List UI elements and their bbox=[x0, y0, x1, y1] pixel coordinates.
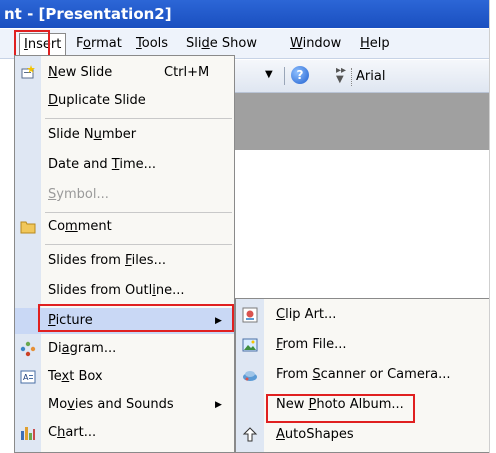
comment-icon bbox=[20, 221, 36, 234]
movies-accel: v bbox=[67, 397, 75, 412]
menu-slideshow-label-a: Sli bbox=[186, 36, 202, 51]
submenu-item-clip-art[interactable]: Clip Art... bbox=[236, 300, 489, 330]
menu-item-comment[interactable]: Comment bbox=[15, 214, 234, 240]
picture-highlight-box bbox=[38, 304, 234, 332]
submenu-item-autoshapes[interactable]: AutoShapes bbox=[236, 420, 489, 450]
menu-item-duplicate-slide[interactable]: Duplicate Slide bbox=[15, 88, 234, 114]
standard-toolbar: ▼ ? ▸▸ ▼ Arial bbox=[235, 60, 489, 93]
menu-slide-show[interactable]: Slide Show bbox=[186, 34, 257, 54]
text-box-label-a: Te bbox=[48, 369, 62, 384]
diagram-label-b: gram... bbox=[69, 341, 117, 356]
toolbar-separator bbox=[284, 67, 285, 85]
toolbar-dropdown-arrow-icon[interactable]: ▼ bbox=[265, 69, 273, 80]
help-icon[interactable]: ? bbox=[291, 66, 309, 84]
slide-pane-header bbox=[235, 93, 489, 150]
menu-slideshow-accel: d bbox=[201, 36, 210, 51]
menu-item-movies-sounds[interactable]: Movies and Sounds ▶ bbox=[15, 392, 234, 418]
menu-separator bbox=[45, 118, 232, 119]
menu-format-label-b: rmat bbox=[90, 36, 122, 51]
from-file-icon bbox=[242, 338, 258, 352]
autoshapes-accel: A bbox=[276, 427, 285, 442]
menu-item-date-time[interactable]: Date and Time... bbox=[15, 152, 234, 178]
new-slide-accel: N bbox=[48, 65, 58, 80]
menu-item-diagram[interactable]: Diagram... bbox=[15, 336, 234, 362]
diagram-accel: a bbox=[61, 341, 70, 356]
from-file-label: rom File... bbox=[282, 337, 347, 352]
menu-separator bbox=[45, 212, 232, 213]
insert-menu: New Slide Ctrl+M Duplicate Slide Slide N… bbox=[14, 55, 235, 453]
app-window: nt - [Presentation2] Insert Format Tools… bbox=[0, 0, 490, 453]
new-slide-icon bbox=[21, 65, 35, 79]
slides-outline-label-b: ne... bbox=[155, 283, 185, 298]
chart-label-b: art... bbox=[65, 425, 97, 440]
menu-tools[interactable]: Tools bbox=[136, 34, 168, 54]
slides-outline-label-a: Slides from Outl bbox=[48, 283, 153, 298]
slides-files-label-b: iles... bbox=[131, 253, 166, 268]
menu-item-slides-from-outline[interactable]: Slides from Outline... bbox=[15, 278, 234, 304]
menu-window[interactable]: Window bbox=[290, 34, 341, 54]
window-title: nt - [Presentation2] bbox=[4, 5, 172, 23]
chart-label-a: C bbox=[48, 425, 58, 440]
clip-art-label: lip Art... bbox=[285, 307, 337, 322]
symbol-label: ymbol... bbox=[56, 187, 109, 202]
slides-files-label-a: Slides from bbox=[48, 253, 126, 268]
svg-text:A: A bbox=[23, 373, 29, 382]
date-time-label-b: ime... bbox=[119, 157, 157, 172]
slide-number-label-b: mber bbox=[101, 127, 137, 142]
slide-canvas bbox=[235, 150, 489, 298]
comment-label-a: Co bbox=[48, 219, 66, 234]
menu-item-text-box[interactable]: A Text Box bbox=[15, 364, 234, 390]
menu-help[interactable]: Help bbox=[360, 34, 390, 54]
menu-item-new-slide[interactable]: New Slide Ctrl+M bbox=[15, 60, 234, 86]
submenu-arrow-icon: ▶ bbox=[215, 400, 222, 410]
chart-icon bbox=[21, 427, 35, 440]
menu-window-label: indow bbox=[302, 36, 342, 51]
title-bar: nt - [Presentation2] bbox=[0, 0, 489, 28]
submenu-item-from-file[interactable]: From File... bbox=[236, 330, 489, 360]
menu-help-accel: H bbox=[360, 36, 370, 51]
text-box-label-b: t Box bbox=[69, 369, 103, 384]
photo-album-highlight-box bbox=[266, 394, 415, 423]
menu-item-symbol[interactable]: Symbol... bbox=[15, 182, 234, 208]
new-slide-label: ew Slide bbox=[57, 65, 113, 80]
autoshapes-label: utoShapes bbox=[284, 427, 354, 442]
diagram-icon bbox=[20, 341, 36, 357]
menu-format-label-a: F bbox=[76, 36, 84, 51]
scanner-label-a: From bbox=[276, 367, 313, 382]
menu-item-slides-from-files[interactable]: Slides from Files... bbox=[15, 248, 234, 274]
slide-number-label-a: Slide N bbox=[48, 127, 94, 142]
scanner-camera-icon bbox=[243, 371, 257, 381]
new-slide-shortcut: Ctrl+M bbox=[164, 65, 210, 80]
date-time-label-a: Date and bbox=[48, 157, 112, 172]
menu-tools-label: ools bbox=[141, 36, 169, 51]
submenu-item-from-scanner[interactable]: From Scanner or Camera... bbox=[236, 360, 489, 390]
menu-format[interactable]: Format bbox=[76, 34, 122, 54]
toolbar-grip-icon[interactable]: ▸▸ ▼ bbox=[336, 66, 346, 85]
movies-label-a: Mo bbox=[48, 397, 68, 412]
movies-label-b: ies and Sounds bbox=[74, 397, 174, 412]
comment-accel: m bbox=[65, 219, 78, 234]
duplicate-slide-label: uplicate Slide bbox=[58, 93, 146, 108]
scanner-label-b: canner or Camera... bbox=[320, 367, 451, 382]
clip-art-icon bbox=[242, 307, 258, 323]
menu-item-chart[interactable]: Chart... bbox=[15, 420, 234, 446]
slide-number-accel: u bbox=[93, 127, 102, 142]
duplicate-slide-accel: D bbox=[48, 93, 59, 108]
scanner-accel: S bbox=[312, 367, 321, 382]
menu-format-accel: o bbox=[83, 36, 91, 51]
menu-separator bbox=[45, 244, 232, 245]
autoshapes-icon bbox=[242, 427, 258, 442]
menu-help-label: elp bbox=[369, 36, 390, 51]
picture-submenu: Clip Art... From File... From Scanner or… bbox=[235, 298, 489, 453]
menu-slideshow-label-b: e Show bbox=[209, 36, 257, 51]
text-box-icon: A bbox=[20, 370, 36, 384]
menu-window-accel: W bbox=[290, 36, 303, 51]
menu-item-slide-number[interactable]: Slide Number bbox=[15, 122, 234, 148]
font-name-box[interactable]: Arial bbox=[351, 68, 385, 86]
comment-label-b: ment bbox=[77, 219, 112, 234]
clip-art-accel: C bbox=[276, 307, 286, 322]
diagram-label-a: Di bbox=[48, 341, 62, 356]
